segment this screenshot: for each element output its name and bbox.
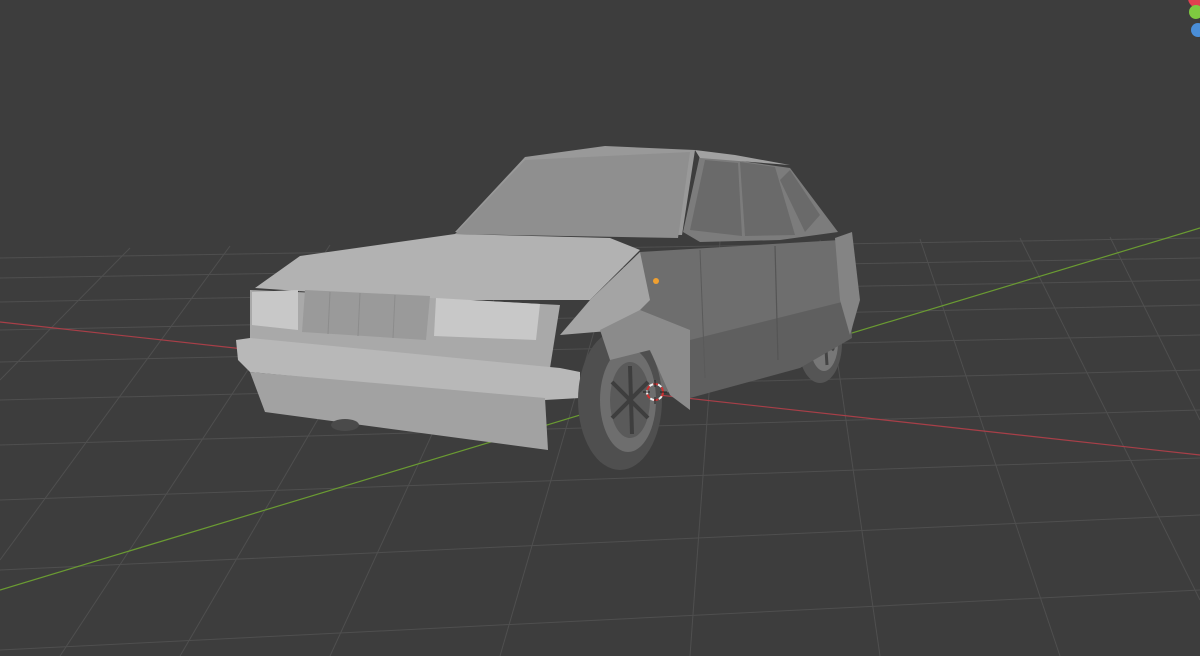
object-origin <box>653 278 659 284</box>
front-grille <box>302 290 430 340</box>
z-axis-dot[interactable] <box>1191 23 1200 37</box>
car-hood <box>255 234 640 300</box>
car-model[interactable] <box>236 146 860 470</box>
y-axis-dot[interactable] <box>1189 5 1200 19</box>
left-headlight <box>252 290 298 330</box>
3d-viewport[interactable] <box>0 0 1200 656</box>
right-headlight <box>434 298 540 340</box>
viewport-scene[interactable] <box>0 0 1200 656</box>
navigation-gizmo[interactable] <box>1160 0 1200 40</box>
